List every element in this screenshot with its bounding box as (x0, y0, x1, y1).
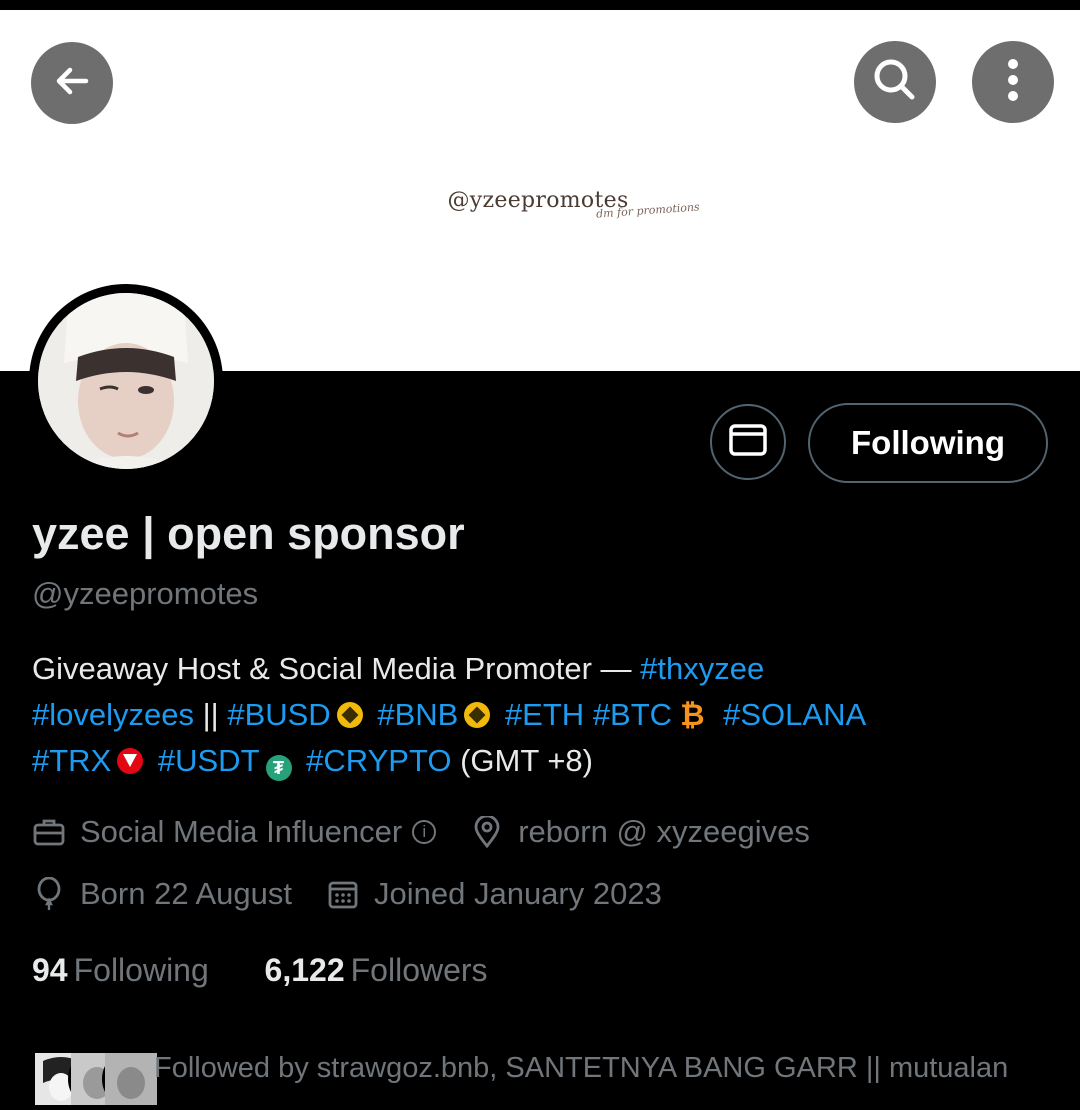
hashtag-usdt[interactable]: #USDT (158, 743, 260, 778)
message-button[interactable] (710, 404, 786, 480)
followers-stat[interactable]: 6,122 Followers (265, 952, 488, 988)
hashtag-eth[interactable]: #ETH (505, 697, 584, 732)
profile-birthday: Born 22 August (80, 876, 292, 911)
bitcoin-icon: ₿ (680, 699, 705, 732)
bio-intro: Giveaway Host & Social Media Promoter — (32, 651, 641, 686)
more-options-button[interactable] (972, 41, 1054, 123)
profile-meta-row: Born 22 August Joined January 2023 (32, 876, 662, 912)
balloon-icon (32, 877, 66, 911)
following-label: Following (73, 952, 209, 988)
search-button[interactable] (854, 41, 936, 123)
profile-joined-date: Joined January 2023 (374, 876, 662, 911)
hashtag-bnb[interactable]: #BNB (377, 697, 458, 732)
hashtag-solana[interactable]: #SOLANA (723, 697, 866, 732)
search-icon (870, 55, 920, 110)
tether-coin-icon: ₮ (265, 755, 292, 781)
profile-stats: 94 Following 6,122 Followers (32, 952, 488, 989)
briefcase-icon (32, 815, 66, 849)
banner-logo: @yzeepromotes (0, 188, 1080, 213)
location-pin-icon (470, 815, 504, 849)
profile-location: reborn @ xyzeegives (518, 814, 810, 849)
profile-category: Social Media Influencer (80, 814, 403, 849)
arrow-left-icon (50, 59, 94, 108)
info-icon[interactable]: i (412, 820, 437, 844)
follower-avatar (102, 1050, 160, 1108)
hashtag-lovelyzees[interactable]: #lovelyzees (32, 697, 194, 732)
bio-timezone: (GMT +8) (451, 743, 593, 778)
profile-meta-row: Social Media Influencer i reborn @ xyzee… (32, 814, 810, 850)
followed-by-text: Followed by strawgoz.bnb, SANTETNYA BANG… (154, 1052, 1009, 1084)
followers-label: Followers (350, 952, 488, 988)
profile-handle: @yzeepromotes (32, 576, 259, 611)
hashtag-trx[interactable]: #TRX (32, 743, 111, 778)
avatar-ring (29, 284, 223, 478)
hashtag-thxyzee[interactable]: #thxyzee (640, 651, 764, 686)
hashtag-busd[interactable]: #BUSD (227, 697, 330, 732)
tron-coin-icon (117, 748, 144, 774)
bnb-coin-icon (336, 702, 363, 728)
following-button[interactable]: Following (808, 403, 1048, 483)
profile-bio: Giveaway Host & Social Media Promoter — … (32, 646, 1062, 784)
followed-by-section[interactable]: Followed by strawgoz.bnb, SANTETNYA BANG… (32, 1050, 1080, 1108)
status-bar-strip (0, 0, 1080, 10)
following-count: 94 (32, 952, 68, 988)
calendar-icon (326, 877, 360, 911)
bio-separator: || (193, 697, 228, 732)
avatar[interactable] (38, 293, 214, 469)
following-stat[interactable]: 94 Following (32, 952, 218, 988)
profile-name: yzee | open sponsor (32, 508, 465, 559)
hashtag-btc[interactable]: #BTC (593, 697, 672, 732)
mail-icon (728, 423, 768, 462)
more-vertical-icon (1003, 56, 1023, 109)
followers-count: 6,122 (264, 952, 345, 988)
bnb-coin-icon (464, 702, 491, 728)
back-button[interactable] (31, 42, 113, 124)
hashtag-crypto[interactable]: #CRYPTO (306, 743, 451, 778)
